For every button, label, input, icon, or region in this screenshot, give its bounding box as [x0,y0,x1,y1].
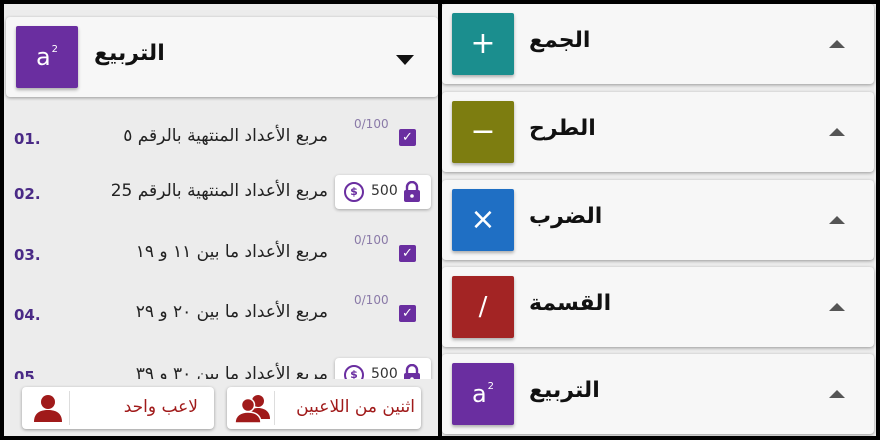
category-card-squaring[interactable]: a2 التربيع [442,354,874,434]
category-detail-panel: a2 التربيع 0/100 01. مربع الأعداد المنته… [4,4,438,436]
check-icon[interactable]: ✓ [399,129,416,146]
level-title: مربع الأعداد ما بين ١١ و ١٩ [135,242,328,262]
check-icon[interactable]: ✓ [399,245,416,262]
level-row[interactable]: 0/100 04. مربع الأعداد ما بين ٢٠ و ٢٩ ✓ [4,290,438,350]
chevron-up-icon[interactable] [829,390,845,398]
category-title: القسمة [529,291,612,316]
a2-icon: a2 [471,380,495,408]
two-users-icon [234,395,270,423]
addition-tile: + [452,13,514,75]
level-number: 01. [14,130,41,148]
single-player-label: لاعب واحد [123,397,198,417]
level-title: مربع الأعداد المنتهية بالرقم ٥ [123,126,328,146]
plus-icon: + [470,26,496,61]
two-players-button[interactable]: اثنين من اللاعبين [227,387,421,429]
level-number: 04. [14,306,41,324]
level-number: 02. [14,185,41,203]
category-header[interactable]: a2 التربيع [6,17,438,97]
level-title: مربع الأعداد المنتهية بالرقم 25 [110,181,328,201]
level-progress: 0/100 [354,233,389,247]
subtraction-tile: − [452,101,514,163]
category-title: الضرب [529,204,603,229]
category-card-subtraction[interactable]: − الطرح [442,92,874,172]
price-value: 500 [371,183,398,199]
chevron-down-icon[interactable] [396,55,414,65]
two-players-label: اثنين من اللاعبين [296,397,415,417]
multiply-icon: × [470,202,496,237]
coin-icon: $ [344,182,364,202]
squaring-tile: a2 [452,363,514,425]
category-title: التربيع [529,378,600,403]
a2-icon: a2 [35,43,59,71]
divide-icon: / [478,292,488,322]
level-progress: 0/100 [354,293,389,307]
chevron-up-icon[interactable] [829,128,845,136]
button-divider [274,391,275,425]
level-row[interactable]: 0/100 01. مربع الأعداد المنتهية بالرقم ٥… [4,114,438,174]
level-row[interactable]: 02. مربع الأعداد المنتهية بالرقم 25 $ 50… [4,169,438,229]
unlock-price-button[interactable]: $ 500 [335,175,431,209]
category-list-panel: + الجمع − الطرح × الضرب / القسمة a2 التر… [442,4,876,436]
category-card-multiplication[interactable]: × الضرب [442,180,874,260]
multiplication-tile: × [452,189,514,251]
level-number: 03. [14,246,41,264]
level-progress: 0/100 [354,117,389,131]
mode-selection-bar: لاعب واحد اثنين من اللاعبين [4,379,438,436]
level-title: مربع الأعداد ما بين ٢٠ و ٢٩ [135,302,328,322]
category-title: الجمع [529,28,591,53]
category-tile: a2 [16,26,78,88]
category-title: الطرح [529,116,596,141]
chevron-up-icon[interactable] [829,216,845,224]
division-tile: / [452,276,514,338]
chevron-up-icon[interactable] [829,303,845,311]
check-icon[interactable]: ✓ [399,305,416,322]
single-player-button[interactable]: لاعب واحد [22,387,214,429]
category-card-addition[interactable]: + الجمع [442,4,874,84]
category-title: التربيع [94,41,165,66]
button-divider [69,391,70,425]
category-card-division[interactable]: / القسمة [442,267,874,347]
chevron-up-icon[interactable] [829,40,845,48]
minus-icon: − [470,114,496,149]
single-user-icon [34,395,62,422]
lock-icon [404,181,420,202]
level-row[interactable]: 0/100 03. مربع الأعداد ما بين ١١ و ١٩ ✓ [4,230,438,290]
